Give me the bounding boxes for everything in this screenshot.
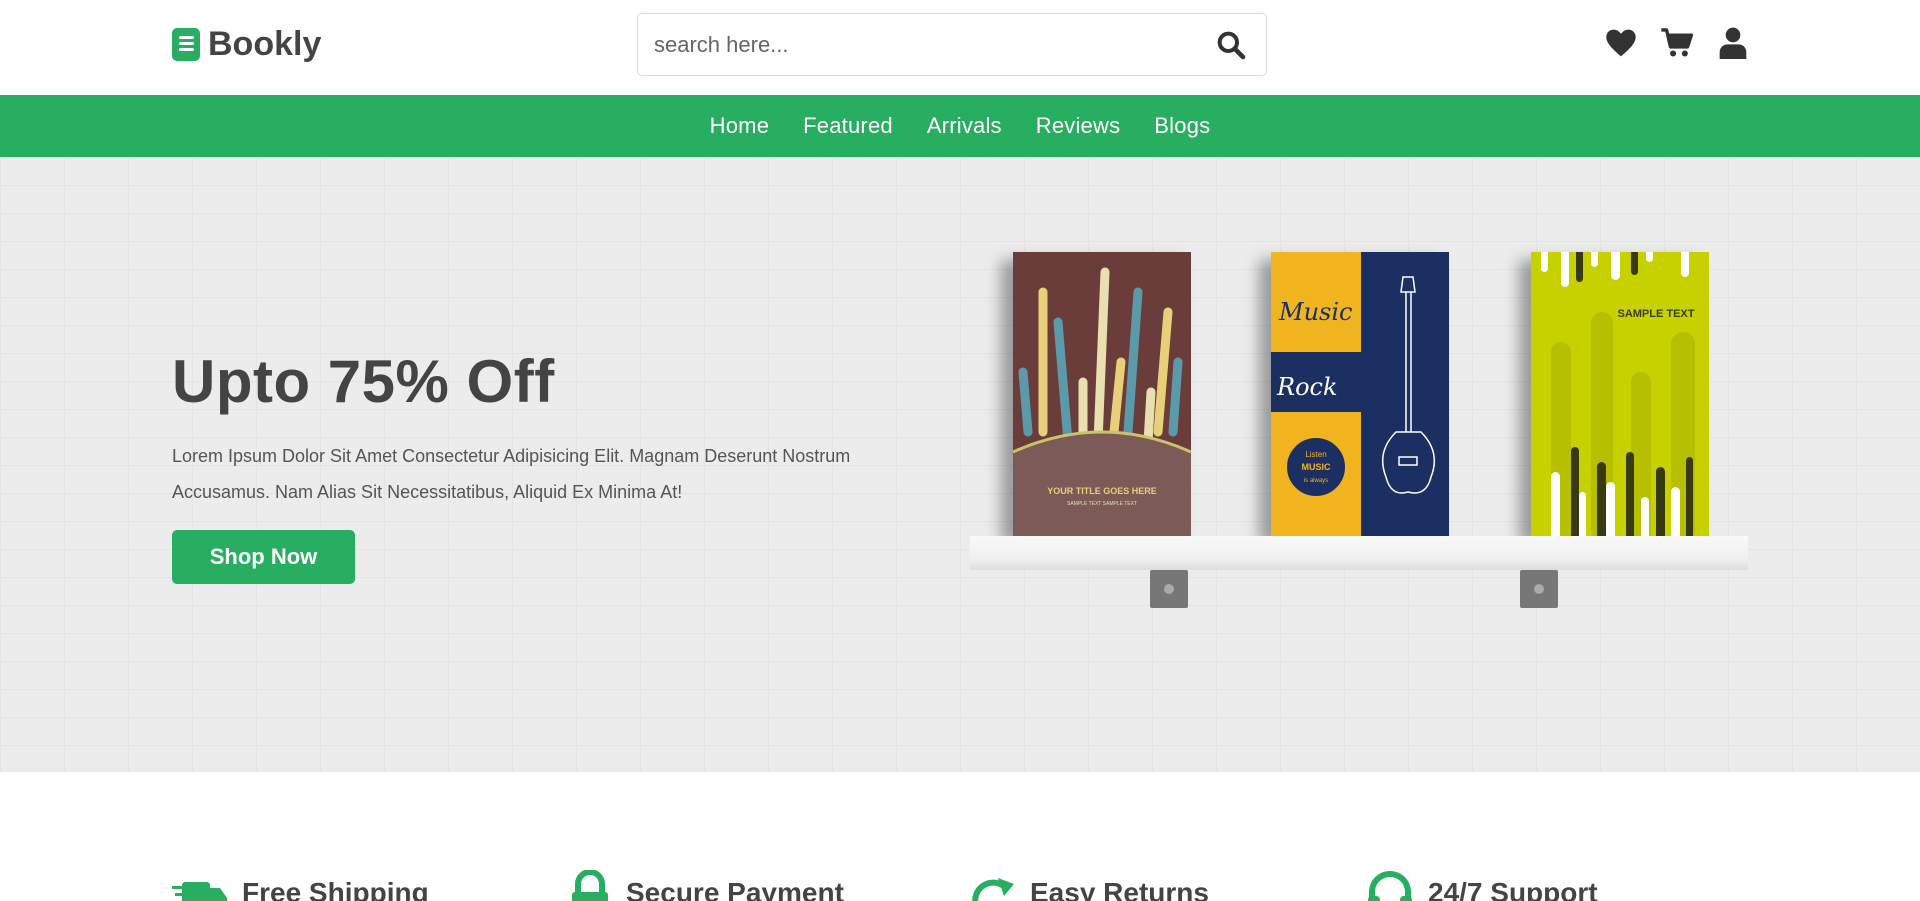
search-bar	[637, 13, 1267, 76]
brand-name: Bookly	[208, 24, 322, 63]
nav-reviews[interactable]: Reviews	[1036, 113, 1121, 139]
book-cover-2[interactable]: Music Rock Listen MUSIC is always	[1271, 252, 1449, 536]
truck-icon	[172, 870, 228, 901]
feature-title: Free Shipping	[242, 876, 429, 901]
search-input[interactable]	[654, 14, 1212, 75]
feature-support: 24/7 Support	[1366, 870, 1598, 901]
book-1-title: YOUR TITLE GOES HERE	[1047, 486, 1157, 496]
site-header: Bookly	[0, 0, 1920, 95]
feature-secure-payment: Secure Payment	[568, 869, 844, 901]
nav-blogs[interactable]: Blogs	[1154, 113, 1210, 139]
book-shelf: YOUR TITLE GOES HERE SAMPLE TEXT SAMPLE …	[968, 242, 1748, 702]
shop-now-button[interactable]: Shop Now	[172, 530, 355, 584]
hero-content: Upto 75% Off Lorem Ipsum Dolor Sit Amet …	[172, 347, 932, 584]
nav-arrivals[interactable]: Arrivals	[927, 113, 1002, 139]
feature-free-shipping: Free Shipping	[172, 870, 429, 901]
nav-featured[interactable]: Featured	[803, 113, 893, 139]
svg-text:MUSIC: MUSIC	[1302, 462, 1332, 472]
feature-title: Easy Returns	[1030, 876, 1209, 901]
refresh-icon	[968, 870, 1016, 901]
book-2-title: Music	[1278, 298, 1352, 326]
shelf-board	[970, 536, 1748, 570]
features-section: Free Shipping Secure Payment Easy Return…	[0, 772, 1920, 901]
heart-icon[interactable]	[1604, 25, 1638, 61]
search-icon[interactable]	[1212, 26, 1250, 64]
main-nav: Home Featured Arrivals Reviews Blogs	[0, 95, 1920, 157]
svg-text:Listen: Listen	[1305, 450, 1326, 459]
hero-section: Upto 75% Off Lorem Ipsum Dolor Sit Amet …	[0, 157, 1920, 772]
hero-description: Lorem Ipsum Dolor Sit Amet Consectetur A…	[172, 446, 851, 502]
shelf-bracket-right	[1520, 570, 1558, 608]
lock-icon	[568, 869, 612, 901]
nav-home[interactable]: Home	[710, 113, 770, 139]
feature-easy-returns: Easy Returns	[968, 870, 1209, 901]
book-3-title: SAMPLE TEXT	[1617, 308, 1694, 320]
hero-title: Upto 75% Off	[172, 348, 555, 415]
header-actions	[1604, 25, 1750, 61]
cart-icon[interactable]	[1660, 25, 1694, 61]
brand-logo[interactable]: Bookly	[172, 24, 322, 63]
feature-title: Secure Payment	[626, 876, 844, 901]
user-icon[interactable]	[1716, 25, 1750, 61]
book-cover-3[interactable]: SAMPLE TEXT	[1531, 242, 1709, 552]
svg-text:is always: is always	[1304, 478, 1328, 484]
headset-icon	[1366, 870, 1414, 901]
book-2-subtitle: Rock	[1276, 373, 1338, 401]
feature-title: 24/7 Support	[1428, 876, 1598, 901]
book-1-subtitle: SAMPLE TEXT SAMPLE TEXT	[1067, 501, 1137, 507]
book-icon	[172, 27, 200, 61]
book-cover-1[interactable]: YOUR TITLE GOES HERE SAMPLE TEXT SAMPLE …	[1012, 252, 1192, 536]
shelf-bracket-left	[1150, 570, 1188, 608]
